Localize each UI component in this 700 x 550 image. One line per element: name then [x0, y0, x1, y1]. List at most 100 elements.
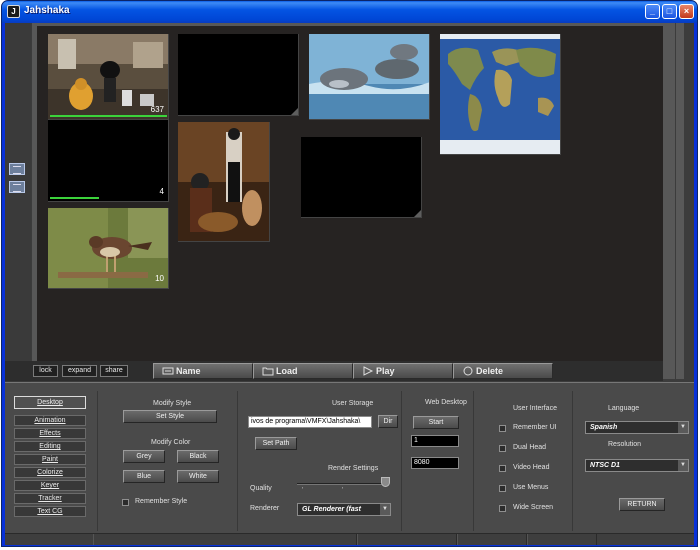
web-field-input[interactable]: 1 — [411, 435, 459, 447]
set-style-button[interactable]: Set Style — [123, 410, 217, 423]
divider — [473, 391, 474, 531]
bird-photo-icon — [48, 208, 168, 288]
clip-corner — [291, 108, 298, 115]
play-button[interactable]: Play — [353, 363, 453, 379]
modify-style-title: Modify Style — [153, 400, 192, 407]
nav-editing[interactable]: Editing — [14, 441, 86, 452]
dual-head-checkbox[interactable] — [499, 445, 506, 452]
divider — [572, 391, 573, 531]
tick-mark-icon: ' — [302, 487, 304, 494]
nav-animation[interactable]: Animation — [14, 415, 86, 426]
resolution-select-value: NTSC D1 — [590, 462, 620, 469]
wide-screen-checkbox[interactable] — [499, 505, 506, 512]
quality-slider-thumb[interactable] — [381, 477, 390, 487]
name-tag-icon — [162, 367, 174, 375]
clip-thumbnail[interactable] — [309, 34, 430, 120]
nav-desktop[interactable]: Desktop — [14, 396, 86, 409]
clip-thumbnail[interactable]: 10 — [48, 208, 169, 289]
web-desktop-title: Web Desktop — [425, 399, 467, 406]
play-icon — [363, 366, 374, 376]
window-title: Jahshaka — [24, 5, 70, 16]
grey-button[interactable]: Grey — [123, 450, 165, 463]
clip-thumbnail[interactable]: 637 — [48, 34, 169, 120]
nav-colorize[interactable]: Colorize — [14, 467, 86, 478]
expand-button[interactable]: expand — [62, 365, 97, 377]
quality-slider-track[interactable] — [297, 483, 389, 485]
black-button[interactable]: Black — [177, 450, 219, 463]
nav-keyer[interactable]: Keyer — [14, 480, 86, 491]
divider — [97, 391, 98, 531]
divider — [237, 391, 238, 531]
user-interface-title: User Interface — [513, 405, 557, 412]
status-cell — [527, 534, 597, 545]
clip-thumbnail-empty[interactable]: 4 — [48, 120, 169, 202]
wide-screen-label: Wide Screen — [513, 504, 554, 511]
white-button[interactable]: White — [177, 470, 219, 483]
nav-text-cg[interactable]: Text CG — [14, 506, 86, 517]
list-view-icon[interactable] — [9, 181, 25, 193]
title-bar[interactable]: J Jahshaka _ □ × — [2, 1, 697, 23]
use-menus-checkbox[interactable] — [499, 485, 506, 492]
dropdown-arrow-icon: ▼ — [380, 504, 390, 515]
desktop-workspace[interactable]: 637 4 10 — [37, 26, 663, 361]
resolution-select[interactable]: NTSC D1 ▼ — [585, 459, 689, 472]
left-gutter — [5, 23, 31, 383]
clip-thumbnail-empty[interactable] — [301, 137, 422, 218]
renderer-select-value: GL Renderer (fast — [302, 506, 361, 513]
load-button-label: Load — [276, 366, 298, 376]
nav-paint[interactable]: Paint — [14, 454, 86, 465]
remember-style-checkbox[interactable] — [122, 499, 129, 506]
nav-tracker[interactable]: Tracker — [14, 493, 86, 504]
video-head-checkbox[interactable] — [499, 465, 506, 472]
folder-icon — [262, 367, 274, 376]
blue-button[interactable]: Blue — [123, 470, 165, 483]
resolution-title: Resolution — [608, 441, 642, 448]
desktop-scrollbar[interactable] — [676, 23, 684, 379]
minimize-button[interactable]: _ — [645, 4, 660, 19]
renderer-select[interactable]: GL Renderer (fast ▼ — [297, 503, 391, 516]
render-settings-title: Render Settings — [328, 465, 379, 472]
app-window: J Jahshaka _ □ × 637 4 10 lock expand sh… — [1, 0, 698, 547]
app-logo-icon: J — [7, 5, 20, 18]
status-cell — [357, 534, 457, 545]
clip-thumbnail-empty[interactable] — [178, 34, 299, 116]
clip-toolbar: lock expand share Name Load Play Delete — [5, 361, 663, 381]
modify-color-title: Modify Color — [151, 439, 191, 446]
dropdown-arrow-icon: ▼ — [678, 460, 688, 471]
nav-effects[interactable]: Effects — [14, 428, 86, 439]
lock-button[interactable]: lock — [33, 365, 58, 377]
language-select-value: Spanish — [590, 424, 618, 431]
dir-button[interactable]: Dir — [378, 415, 398, 428]
delete-circle-icon — [463, 366, 473, 376]
clip-frame-count: 10 — [155, 274, 164, 283]
desktop-frame: 637 4 10 — [32, 23, 675, 379]
name-button-label: Name — [176, 366, 201, 376]
status-cell — [93, 534, 357, 545]
web-start-button[interactable]: Start — [413, 416, 459, 429]
maximize-button[interactable]: □ — [662, 4, 677, 19]
status-cell — [457, 534, 527, 545]
close-button[interactable]: × — [679, 4, 694, 19]
grid-view-icon[interactable] — [9, 163, 25, 175]
dropdown-arrow-icon: ▼ — [678, 422, 688, 433]
language-select[interactable]: Spanish ▼ — [585, 421, 689, 434]
divider — [401, 391, 402, 531]
use-menus-label: Use Menus — [513, 484, 549, 491]
user-storage-title: User Storage — [332, 400, 374, 407]
clip-thumbnail[interactable] — [440, 34, 561, 155]
delete-button[interactable]: Delete — [453, 363, 553, 379]
name-button[interactable]: Name — [153, 363, 253, 379]
load-button[interactable]: Load — [253, 363, 353, 379]
remember-ui-checkbox[interactable] — [499, 425, 506, 432]
web-port-input[interactable]: 8080 — [411, 457, 459, 469]
set-path-button[interactable]: Set Path — [255, 437, 297, 450]
clip-progress-bar — [50, 115, 167, 117]
remember-style-label: Remember Style — [135, 498, 188, 505]
storage-path-input[interactable]: ivos de programa\VMFX\Jahshaka\ — [248, 416, 372, 428]
clip-thumbnail[interactable] — [178, 122, 270, 242]
return-button[interactable]: RETURN — [619, 498, 665, 511]
dancers-photo-icon — [178, 122, 269, 241]
clip-progress-bar — [50, 197, 99, 199]
share-button[interactable]: share — [100, 365, 128, 377]
renderer-label: Renderer — [250, 505, 280, 512]
